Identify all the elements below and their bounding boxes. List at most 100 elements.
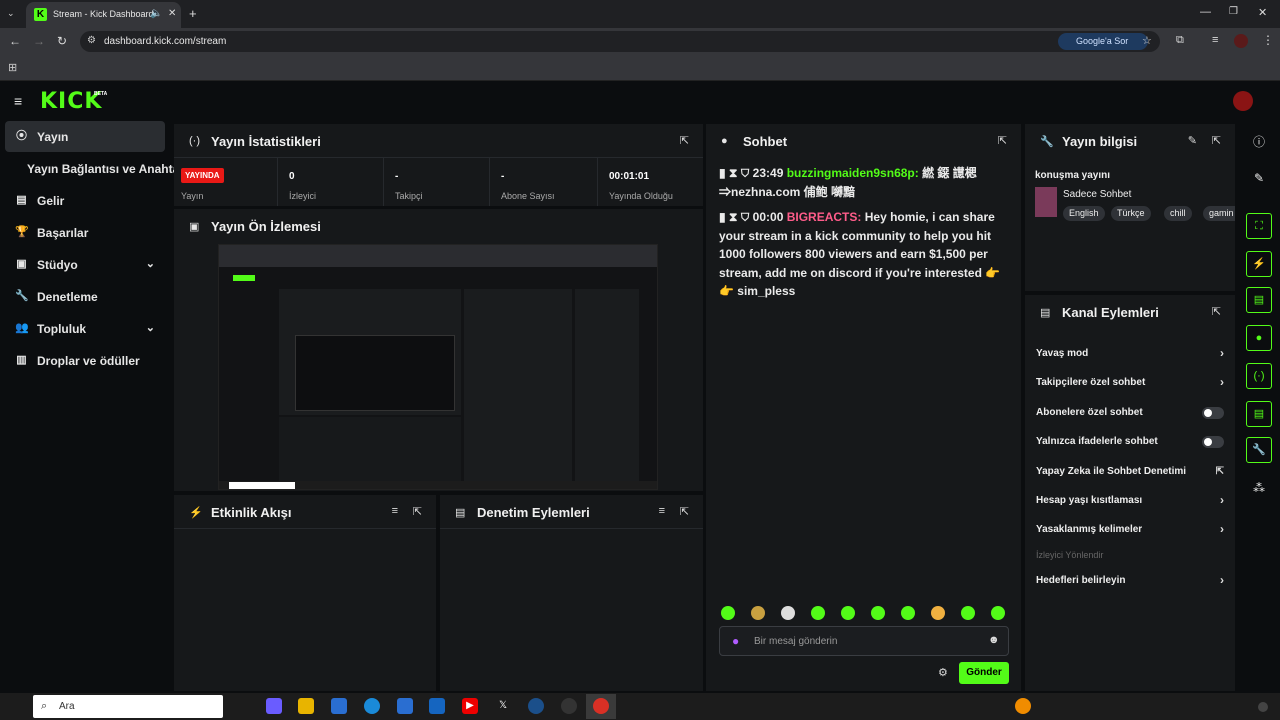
sidebar-item-drops[interactable]: ▥ Droplar ve ödüller [5,345,165,376]
popout-icon[interactable]: ⇱ [998,134,1007,147]
steam-icon[interactable] [528,698,544,714]
chat-username[interactable]: BIGREACTS: [787,210,862,224]
site-info-icon[interactable]: ⚙ [87,35,96,46]
copilot-icon[interactable] [266,698,282,714]
edge-icon[interactable] [364,698,380,714]
filter-icon[interactable]: ≡ [392,505,398,517]
emote-icon[interactable] [781,606,795,620]
url-field[interactable]: ⚙ dashboard.kick.com/stream Google'a Sor… [80,31,1160,52]
popout-icon[interactable]: ⇱ [1212,305,1221,318]
monitor-icon: ▣ [189,221,200,233]
youtube-icon[interactable]: ▶ [462,698,478,714]
bookmark-star-icon[interactable]: ☆ [1142,34,1152,47]
chat-username[interactable]: buzzingmaiden9sn68p: [787,166,919,180]
browser-menu-icon[interactable]: ⋮ [1262,33,1274,47]
sidebar-item-achievements[interactable]: 🏆 Başarılar [5,217,165,248]
system-tray-icon[interactable] [1258,702,1268,712]
mail-icon[interactable] [397,698,413,714]
sidebar-item-stream[interactable]: ⦿ Yayın [5,121,165,152]
activity-toggle-button[interactable]: ⚡ [1246,251,1272,277]
edit-layout-icon[interactable]: ✎ [1246,165,1272,191]
apps-grid-icon[interactable]: ⊞ [8,61,17,74]
notification-icon[interactable] [1015,698,1031,714]
app-icon[interactable] [429,698,445,714]
action-account-age[interactable]: Hesap yaşı kısıtlaması › [1036,490,1224,512]
back-icon[interactable]: ← [9,34,21,48]
reading-list-icon[interactable]: ≡ [1212,34,1218,46]
store-icon[interactable] [331,698,347,714]
popout-icon[interactable]: ⇱ [680,134,689,147]
maximize-icon[interactable]: ❐ [1229,6,1238,17]
extensions-icon[interactable]: ⧉ [1176,34,1184,47]
chat-input[interactable]: ● Bir mesaj gönderin ☻ [719,626,1009,656]
close-tab-icon[interactable]: ✕ [168,8,176,19]
chat-settings-icon[interactable]: ⚙ [938,666,948,679]
popout-icon[interactable]: ⇱ [1212,134,1221,147]
widget-toggle-button[interactable]: ⛶ [1246,213,1272,239]
info-toggle-button[interactable]: 🔧 [1246,437,1272,463]
emotes-only-toggle[interactable] [1202,436,1224,448]
taskbar-search[interactable]: ⌕ Ara [33,695,223,718]
edit-icon[interactable]: ✎ [1188,134,1197,147]
emote-icon[interactable] [811,606,825,620]
emote-icon[interactable] [871,606,885,620]
send-button[interactable]: Gönder [959,662,1009,684]
moderation-toggle-button[interactable]: ▤ [1246,287,1272,313]
tag-chill[interactable]: chill [1164,206,1192,221]
close-window-icon[interactable]: ✕ [1258,6,1267,19]
action-banned-words[interactable]: Yasaklanmış kelimeler › [1036,519,1224,541]
obs-icon[interactable] [561,698,577,714]
actions-toggle-button[interactable]: ▤ [1246,401,1272,427]
sidebar-item-revenue[interactable]: ▤ Gelir [5,185,165,216]
emote-icon[interactable] [721,606,735,620]
speaker-icon[interactable]: 🔈 [150,8,162,19]
info-icon[interactable]: ⓘ [1246,129,1272,155]
sidebar-item-studio[interactable]: ▣ Stüdyo ⌄ [5,249,165,280]
sidebar-item-moderation[interactable]: 🔧 Denetleme [5,281,165,312]
popout-icon[interactable]: ⇱ [413,505,422,518]
reload-icon[interactable]: ↻ [57,34,67,48]
google-lens-button[interactable]: Google'a Sor [1058,33,1148,50]
action-ai-moderation[interactable]: Yapay Zeka ile Sohbet Denetimi ⇱ [1036,461,1224,483]
sidebar-item-stream-key[interactable]: Yayın Bağlantısı ve Anahtarı [5,153,187,184]
tag-turkce[interactable]: Türkçe [1111,206,1151,221]
browser-tab[interactable]: K Stream - Kick Dashboard 🔈 ✕ [26,2,181,28]
file-explorer-icon[interactable] [298,698,314,714]
emote-icon[interactable] [901,606,915,620]
popout-icon[interactable]: ⇱ [680,505,689,518]
filter-icon[interactable]: ≡ [659,505,665,517]
emote-icon[interactable] [991,606,1005,620]
emoji-icon[interactable]: ☻ [988,634,1000,646]
tag-english[interactable]: English [1063,206,1105,221]
emote-icon[interactable] [841,606,855,620]
new-tab-icon[interactable]: + [189,6,197,21]
server-icon: ▤ [1040,307,1051,319]
emote-icon[interactable] [751,606,765,620]
subscribers-only-toggle[interactable] [1202,407,1224,419]
minimize-icon[interactable]: — [1200,6,1211,18]
stats-toggle-button[interactable]: (·) [1246,363,1272,389]
chat-toggle-button[interactable]: ● [1246,325,1272,351]
tab-title: Stream - Kick Dashboard [53,9,154,19]
action-set-targets[interactable]: Hedefleri belirleyin › [1036,570,1224,592]
microphone-icon[interactable]: ● [732,634,739,648]
action-slow-mode[interactable]: Yavaş mod › [1036,343,1224,365]
chat-message[interactable]: ▮ ⧗ ⛉ 23:49 buzzingmaiden9sn68p: 繎 鐚 譿楒 … [719,164,1007,201]
tag-gaming[interactable]: gamin [1203,206,1235,221]
tab-list-icon[interactable]: ⌄ [7,8,15,19]
emote-icon[interactable] [961,606,975,620]
emote-icon[interactable] [931,606,945,620]
user-avatar[interactable] [1233,91,1253,111]
chrome-icon[interactable] [593,698,609,714]
hamburger-menu-icon[interactable]: ≡ [14,93,22,109]
badge-icon: ▮ ⧗ ⛉ [719,166,753,180]
action-followers-only[interactable]: Takipçilere özel sohbet › [1036,372,1224,394]
x-icon[interactable]: 𝕏 [495,698,511,714]
forward-icon[interactable]: → [33,34,45,48]
more-widgets-icon[interactable]: ⁂ [1246,475,1272,501]
stream-preview-video[interactable] [218,244,658,490]
bookmarks-bar: ⊞ [0,55,1280,81]
profile-avatar[interactable] [1234,34,1248,48]
sidebar-item-community[interactable]: 👥 Topluluk ⌄ [5,313,165,344]
chat-message[interactable]: ▮ ⧗ ⛉ 00:00 BIGREACTS: Hey homie, i can … [719,208,1007,301]
